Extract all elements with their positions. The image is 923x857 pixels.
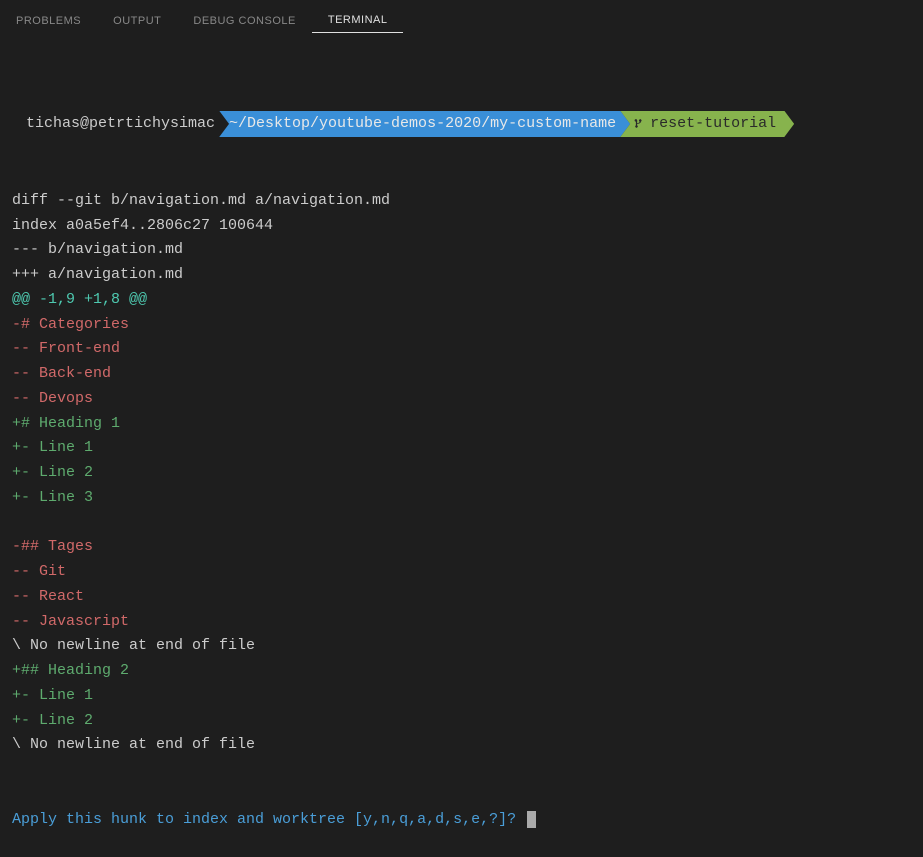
diff-line: -- Javascript	[12, 610, 911, 635]
diff-line: +# Heading 1	[12, 412, 911, 437]
diff-line: +- Line 2	[12, 709, 911, 734]
diff-line: -- React	[12, 585, 911, 610]
diff-line: +- Line 3	[12, 486, 911, 511]
prompt-path: ~/Desktop/youtube-demos-2020/my-custom-n…	[219, 111, 630, 138]
prompt-user-host: tichas@petrtichysimac	[12, 112, 223, 137]
diff-line: -- Git	[12, 560, 911, 585]
diff-line: -# Categories	[12, 313, 911, 338]
tab-debug-console[interactable]: DEBUG CONSOLE	[177, 9, 311, 33]
diff-line: -## Tages	[12, 535, 911, 560]
diff-line: \ No newline at end of file	[12, 733, 911, 758]
branch-name: reset-tutorial	[650, 112, 776, 137]
diff-line	[12, 511, 911, 536]
terminal-output[interactable]: tichas@petrtichysimac ~/Desktop/youtube-…	[0, 41, 923, 857]
tab-terminal[interactable]: TERMINAL	[312, 8, 404, 33]
diff-line: diff --git b/navigation.md a/navigation.…	[12, 189, 911, 214]
diff-line: -- Devops	[12, 387, 911, 412]
tab-problems[interactable]: PROBLEMS	[0, 9, 97, 33]
diff-line: +- Line 2	[12, 461, 911, 486]
diff-line: +## Heading 2	[12, 659, 911, 684]
diff-output: diff --git b/navigation.md a/navigation.…	[12, 189, 911, 758]
diff-line: @@ -1,9 +1,8 @@	[12, 288, 911, 313]
apply-hunk-prompt[interactable]: Apply this hunk to index and worktree [y…	[12, 811, 525, 828]
diff-line: --- b/navigation.md	[12, 238, 911, 263]
diff-line: -- Front-end	[12, 337, 911, 362]
shell-prompt: tichas@petrtichysimac ~/Desktop/youtube-…	[12, 111, 911, 138]
diff-line: +- Line 1	[12, 436, 911, 461]
panel-tabs: PROBLEMS OUTPUT DEBUG CONSOLE TERMINAL	[0, 0, 923, 41]
cursor	[527, 811, 536, 828]
prompt-git-branch: reset-tutorial	[620, 111, 794, 138]
interactive-prompt-line: Apply this hunk to index and worktree [y…	[12, 808, 911, 833]
diff-line: +- Line 1	[12, 684, 911, 709]
diff-line: -- Back-end	[12, 362, 911, 387]
diff-line: \ No newline at end of file	[12, 634, 911, 659]
tab-output[interactable]: OUTPUT	[97, 9, 177, 33]
git-branch-icon	[634, 117, 644, 130]
diff-line: +++ a/navigation.md	[12, 263, 911, 288]
diff-line: index a0a5ef4..2806c27 100644	[12, 214, 911, 239]
